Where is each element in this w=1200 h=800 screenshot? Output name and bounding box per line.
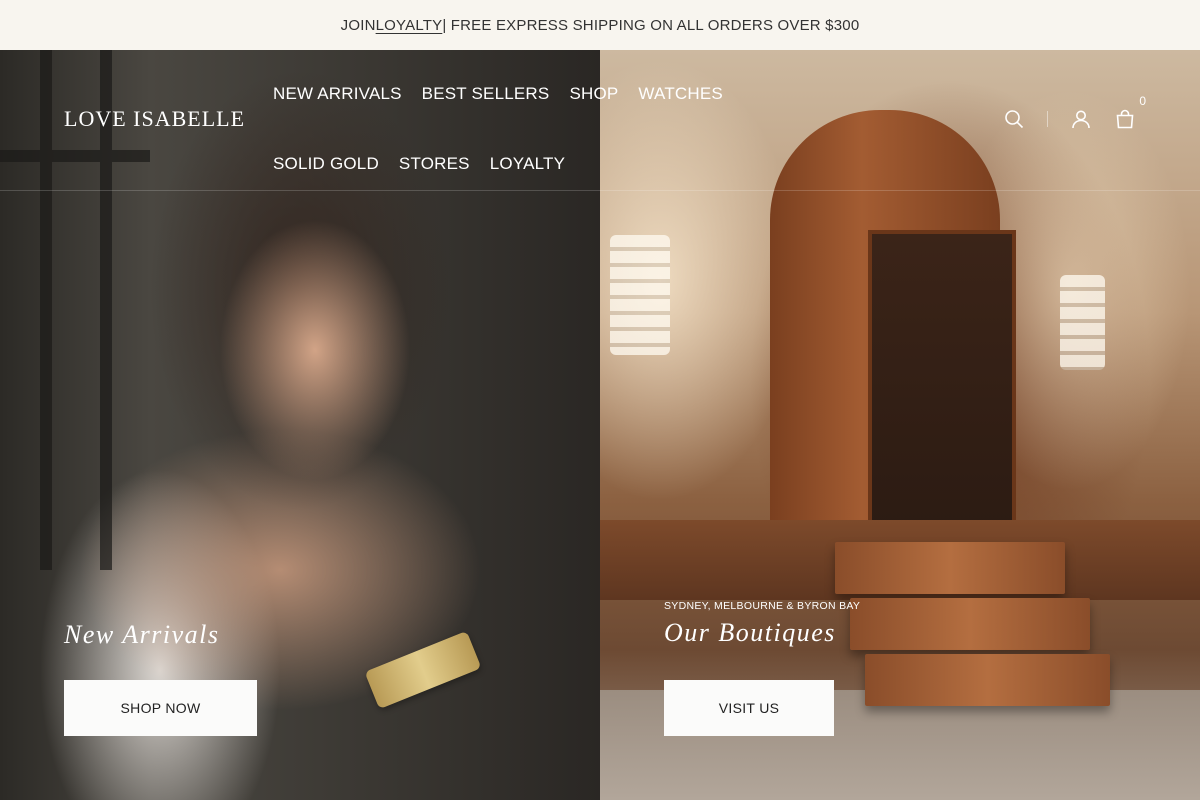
search-icon[interactable]	[1003, 108, 1025, 130]
site-header: LOVE ISABELLE NEW ARRIVALS BEST SELLERS …	[0, 50, 1200, 191]
drawer-decoration	[850, 598, 1090, 650]
new-arrivals-block: New Arrivals	[64, 620, 219, 650]
watch-decoration	[364, 630, 482, 710]
nav-item-new-arrivals[interactable]: NEW ARRIVALS	[263, 64, 412, 134]
drawer-decoration	[835, 542, 1065, 594]
shop-now-button[interactable]: SHOP NOW	[64, 680, 257, 736]
boutiques-block: SYDNEY, MELBOURNE & BYRON BAY Our Boutiq…	[664, 600, 860, 648]
loyalty-link[interactable]: LOYALTY	[376, 17, 443, 34]
cart-icon	[1114, 108, 1136, 130]
wall-sconce-right	[1060, 275, 1105, 370]
display-cabinet-decoration	[868, 230, 1016, 570]
nav-item-solid-gold[interactable]: SOLID GOLD	[263, 134, 389, 204]
cart-button[interactable]: 0	[1114, 94, 1146, 130]
icon-divider	[1047, 111, 1048, 127]
logo[interactable]: LOVE ISABELLE	[64, 106, 245, 132]
nav-item-watches[interactable]: WATCHES	[628, 64, 733, 134]
announcement-prefix: JOIN	[340, 16, 376, 34]
wall-sconce-left	[610, 235, 670, 355]
header-icons: 0	[1003, 94, 1146, 130]
drawer-decoration	[865, 654, 1110, 706]
cart-count-badge: 0	[1139, 94, 1146, 108]
main-nav: NEW ARRIVALS BEST SELLERS SHOP WATCHES S…	[263, 64, 823, 204]
announcement-bar: JOIN LOYALTY | FREE EXPRESS SHIPPING ON …	[0, 0, 1200, 50]
nav-item-stores[interactable]: STORES	[389, 134, 480, 204]
boutiques-locations: SYDNEY, MELBOURNE & BYRON BAY	[664, 600, 861, 612]
announcement-suffix: | FREE EXPRESS SHIPPING ON ALL ORDERS OV…	[442, 16, 860, 34]
account-icon[interactable]	[1070, 108, 1092, 130]
nav-item-shop[interactable]: SHOP	[559, 64, 628, 134]
nav-item-loyalty[interactable]: LOYALTY	[480, 134, 575, 204]
boutiques-title: Our Boutiques	[664, 618, 836, 647]
nav-item-best-sellers[interactable]: BEST SELLERS	[412, 64, 560, 134]
new-arrivals-title: New Arrivals	[64, 620, 220, 649]
visit-us-button[interactable]: VISIT US	[664, 680, 834, 736]
